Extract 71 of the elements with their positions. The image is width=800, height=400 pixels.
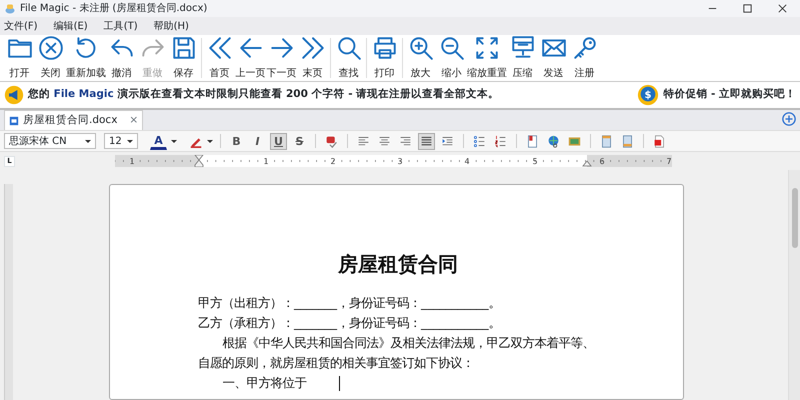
font-dropdown[interactable]: 思源宋体 CN [4,133,96,149]
indent-marker-icon[interactable] [194,155,204,167]
toolbar-button[interactable]: 发送 [538,35,569,81]
document-title: 房屋租赁合同 [336,251,459,278]
format-button[interactable]: S [291,132,308,150]
toolbar-button[interactable]: 首页 [204,35,235,81]
printer-icon [372,35,398,61]
maximize-icon[interactable] [742,3,753,14]
menu-item[interactable]: 编辑(E) [54,18,88,34]
dropdown-arrow-icon [171,140,177,142]
dropdown-arrow-icon [207,140,213,142]
format-button[interactable]: U [270,132,287,150]
toolbar-button[interactable]: 查找 [333,35,364,81]
right-indent-marker-icon[interactable] [582,160,592,166]
dropdown-arrow-icon [127,140,133,142]
ruler-number: 7 [666,157,672,166]
toolbar-button[interactable]: 注册 [569,35,600,81]
toolbar-button[interactable]: 缩放重置 [467,35,507,81]
toolbar-button[interactable]: 末页 [297,35,328,81]
app-icon [4,2,16,14]
save-icon [170,35,196,61]
toolbar-button[interactable]: 上一页 [235,35,266,81]
toolbar-button[interactable]: 缩小 [436,35,467,81]
ruler-number: 2 [330,157,336,166]
document-paragraph: 乙方（承租方）：_______，身份证号码：___________。 [198,315,502,332]
toolbar-button[interactable]: 保存 [168,35,199,81]
toolbar-button[interactable]: 打开 [4,35,35,81]
scrollbar-thumb[interactable] [792,188,798,248]
ruler-number: 5 [532,157,538,166]
document-paragraph: 甲方（出租方）：_______，身份证号码：___________。 [198,295,502,312]
zoom-in-icon [408,35,434,61]
toolbar-button[interactable]: 放大 [405,35,436,81]
ruler-number: 3 [397,157,403,166]
search-icon [336,35,362,61]
promo-link[interactable]: 特价促销 - 立即就购买吧！ [663,87,796,103]
format-button[interactable]: I [249,132,266,150]
zoom-out-icon [438,35,464,61]
toolbar-button[interactable]: 重新加载 [66,35,106,81]
ruler-number: 1 [129,157,135,166]
toolbar-button[interactable]: 下一页 [266,35,297,81]
double-chevron-right-icon [300,35,326,61]
toolbar-button[interactable]: 压缩 [507,35,538,81]
window-title: File Magic - 未注册 (房屋租赁合同.docx) [20,2,208,16]
toolbar-button[interactable]: 关闭 [35,35,66,81]
menu-item[interactable]: 帮助(H) [154,18,189,34]
document-paragraph: 一、甲方将位于 [222,375,307,392]
tab-label: 房屋租赁合同.docx [23,112,118,128]
expand-arrows-icon [474,35,500,61]
key-icon [572,35,598,61]
document-tab[interactable]: 房屋租赁合同.docx × [4,110,144,130]
format-button[interactable]: B [228,132,245,150]
toolbar-button[interactable]: 打印 [369,35,400,81]
add-tab-icon[interactable] [782,112,796,126]
dropdown-arrow-icon [85,140,91,142]
menu-item[interactable]: 工具(T) [104,18,138,34]
ruler-number: 6 [599,157,605,166]
double-chevron-left-icon [206,35,232,61]
font-size-dropdown[interactable]: 12 [104,133,138,149]
document-icon [9,116,19,126]
dollar-coin-icon: $ [637,84,660,106]
ruler-number: 4 [464,157,470,166]
menu-item[interactable]: 文件(F) [4,18,38,34]
megaphone-icon [4,85,24,105]
scrollbar[interactable] [788,170,800,400]
tab-close-button[interactable]: × [129,112,138,128]
banner-message: 您的 File Magic 演示版在查看文本时限制只能查看 200 个字符 - 请现在注册以查看全部文本。 [28,87,500,102]
close-icon [38,35,64,61]
close-icon[interactable] [777,3,788,14]
document-paragraph: 根据《中华人民共和国合同法》及相关法律法规，甲乙双方本着平等、自愿的原则，就房屋租赁的相关事宜签订如下协议： [198,335,596,372]
ruler-number: 1 [263,157,269,166]
toolbar-button[interactable]: 撤消 [106,35,137,81]
